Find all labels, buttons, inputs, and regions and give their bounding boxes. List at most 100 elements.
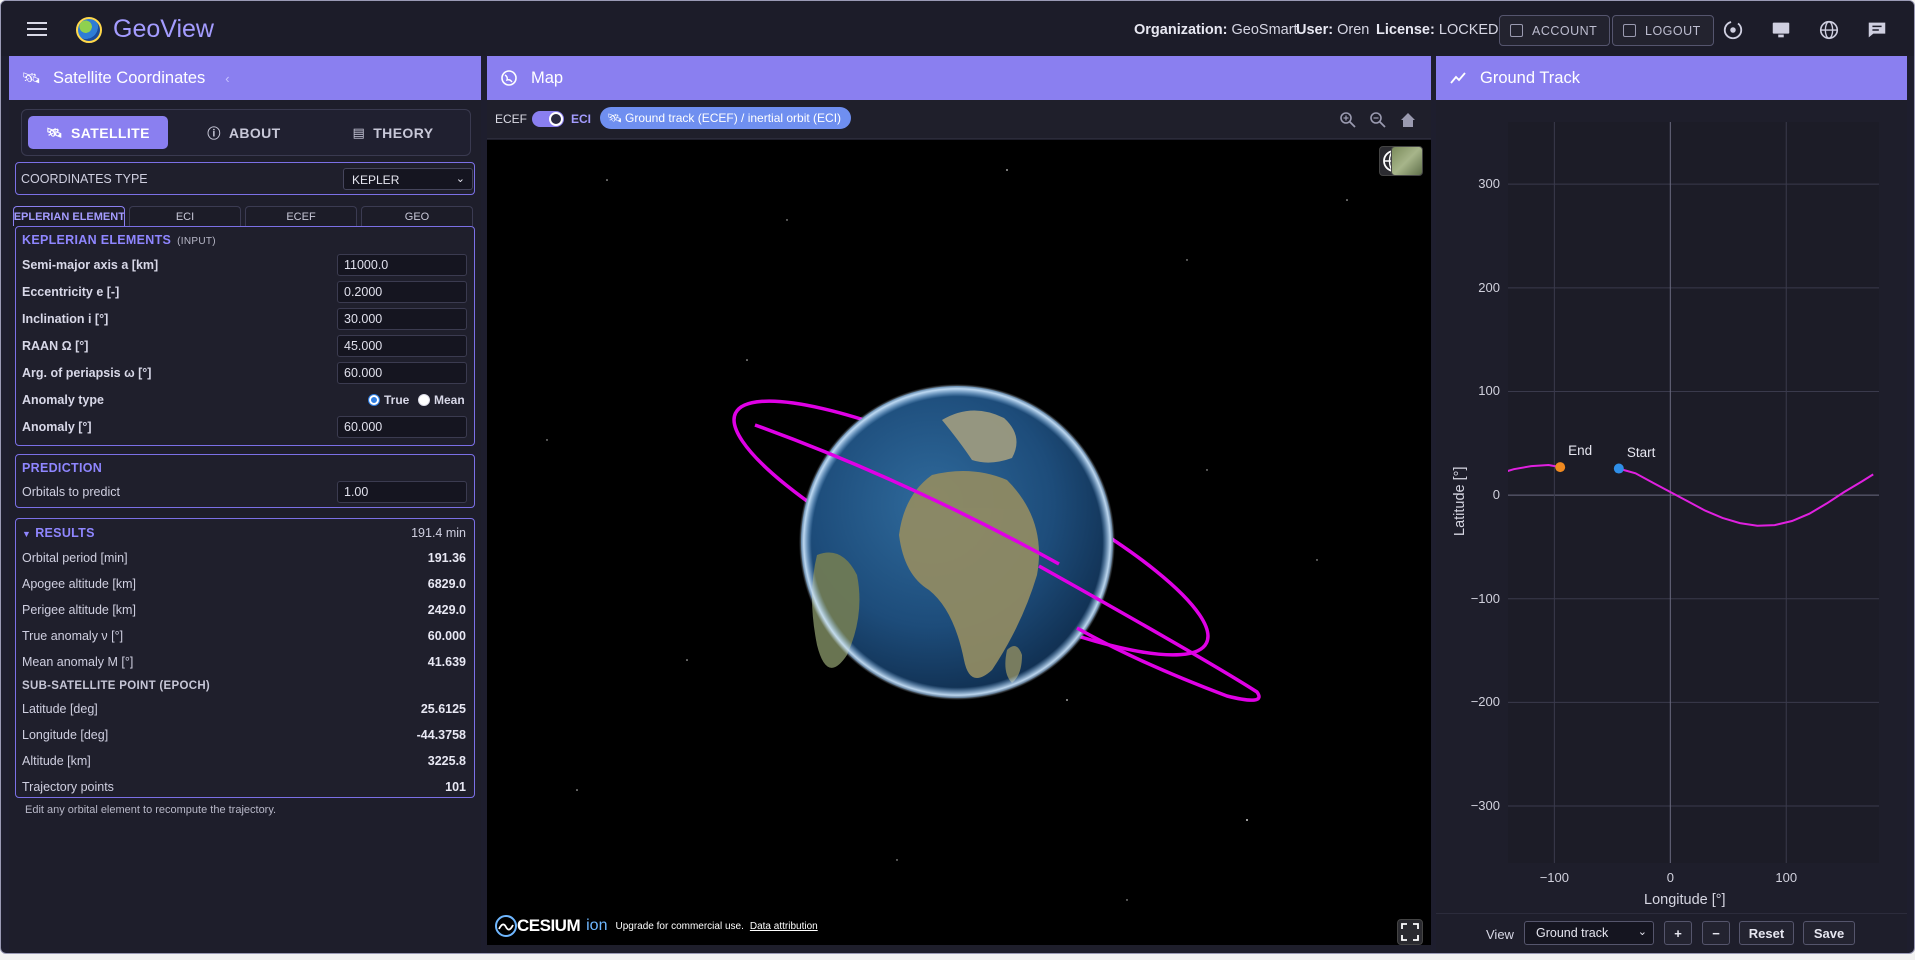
fullscreen-button[interactable] — [1397, 919, 1423, 945]
satellite-icon: 🛰 — [46, 124, 64, 140]
account-icon — [1510, 24, 1523, 37]
user-value: Oren — [1337, 22, 1370, 38]
result-label: Orbital period [min] — [22, 551, 128, 565]
y-tick-label: 300 — [1478, 176, 1500, 192]
atmosphere-glow — [799, 384, 1115, 700]
upgrade-text: Upgrade for commercial use. — [615, 920, 744, 932]
base-layer-picker-button[interactable] — [1391, 146, 1423, 176]
ssp-latitude-value: 25.6125 — [420, 702, 466, 716]
orbitals-to-predict-input[interactable]: 1.00 — [337, 481, 467, 503]
view-select[interactable]: Ground track ⌄ — [1524, 921, 1654, 945]
radio-checked-icon — [368, 394, 380, 406]
organization-label: Organization: — [1134, 22, 1228, 38]
result-value: 60.000 — [427, 629, 466, 643]
license-value: LOCKED — [1438, 22, 1499, 38]
ecef-label: ECEF — [495, 112, 528, 126]
refresh-globe-icon[interactable] — [1721, 19, 1745, 41]
coordinate-subtabs: KEPLERIAN ELEMENTS ECI ECEF GEO — [13, 206, 477, 226]
collapse-chevron-icon[interactable]: ‹ — [225, 71, 229, 86]
top-bar: GeoView Organization: GeoSmart User: Ore… — [1, 1, 1914, 56]
markers — [1555, 462, 1624, 474]
monitor-icon[interactable] — [1769, 19, 1793, 41]
arg-periapsis-input[interactable]: 60.000 — [337, 362, 467, 384]
tab-satellite[interactable]: 🛰 SATELLITE — [28, 116, 168, 149]
globe-logo-icon — [76, 17, 102, 43]
eccentricity-input[interactable]: 0.2000 — [337, 281, 467, 303]
menu-icon[interactable] — [27, 22, 47, 36]
zoom-out-button[interactable]: − — [1702, 921, 1730, 945]
organization-value: GeoSmart — [1231, 22, 1298, 38]
anomaly-label: Anomaly [°] — [22, 420, 92, 434]
caret-down-icon: ▼ — [22, 529, 32, 539]
zoom-in-button[interactable]: + — [1664, 921, 1692, 945]
results-box: ▼ RESULTS 191.4 min Orbital period [min] … — [15, 518, 475, 798]
chevron-down-icon: ⌄ — [1637, 926, 1647, 938]
chat-icon[interactable] — [1865, 19, 1889, 41]
arg-periapsis-label: Arg. of periapsis ω [°] — [22, 366, 152, 380]
eccentricity-label: Eccentricity e [-] — [22, 285, 120, 299]
ssp-longitude-label: Longitude [deg] — [22, 728, 109, 742]
data-attribution-link[interactable]: Data attribution — [750, 921, 818, 932]
coordinates-type-select[interactable]: KEPLER ⌄ — [343, 168, 473, 190]
cesium-globe-viewer[interactable]: CESIUM ion Upgrade for commercial use. D… — [487, 140, 1431, 945]
semi-major-axis-input[interactable]: 11000.0 — [337, 254, 467, 276]
account-button[interactable]: ACCOUNT — [1499, 15, 1611, 46]
language-globe-icon[interactable] — [1817, 19, 1841, 41]
zoom-out-icon[interactable] — [1369, 111, 1387, 129]
anomaly-input[interactable]: 60.000 — [337, 416, 467, 438]
panel-title: Map — [531, 68, 564, 87]
map-toolbar: ECEF ECI 🛰 Ground track (ECEF) / inertia… — [487, 100, 1431, 139]
cesium-credits: CESIUM ion Upgrade for commercial use. D… — [495, 915, 818, 937]
chart-toolbar: View Ground track ⌄ + − Reset Save — [1436, 913, 1907, 953]
tab-theory[interactable]: ▤ THEORY — [320, 116, 466, 149]
logout-icon — [1623, 24, 1636, 37]
anomaly-type-label: Anomaly type — [22, 393, 104, 407]
ssp-longitude-value: -44.3758 — [416, 728, 466, 742]
license-info: License: LOCKED — [1376, 22, 1499, 38]
tab-about[interactable]: ⓘ ABOUT — [174, 116, 314, 149]
inclination-input[interactable]: 30.000 — [337, 308, 467, 330]
x-tick-label: −100 — [1539, 870, 1570, 885]
view-value: Ground track — [1536, 926, 1609, 940]
x-tick-label: 0 — [1666, 870, 1674, 885]
grid-lines — [1508, 122, 1879, 863]
result-value: 6829.0 — [427, 577, 466, 591]
book-icon: ▤ — [352, 124, 366, 140]
start-marker-label: Start — [1626, 444, 1656, 460]
subtab-keplerian[interactable]: KEPLERIAN ELEMENTS — [13, 206, 125, 226]
result-label: Mean anomaly M [°] — [22, 655, 134, 669]
ground-track-line — [1618, 467, 1874, 527]
results-toggle[interactable]: ▼ RESULTS — [22, 526, 95, 540]
reset-button[interactable]: Reset — [1739, 921, 1794, 945]
view-label: View — [1486, 927, 1514, 942]
chip-label: Ground track (ECEF) / inertial orbit (EC… — [625, 111, 842, 125]
subtab-eci[interactable]: ECI — [129, 206, 241, 226]
coordinates-type-value: KEPLER — [352, 173, 400, 187]
panel-title: Satellite Coordinates — [53, 68, 206, 87]
ground-track-chart — [1508, 122, 1879, 863]
coordinates-type-label: COORDINATES TYPE — [21, 172, 148, 186]
anomaly-true-radio[interactable]: True — [368, 393, 409, 407]
save-button[interactable]: Save — [1803, 921, 1855, 945]
y-tick-label: −100 — [1470, 590, 1500, 606]
x-axis-title: Longitude [°] — [1644, 892, 1726, 908]
raan-input[interactable]: 45.000 — [337, 335, 467, 357]
ssp-latitude-label: Latitude [deg] — [22, 702, 98, 716]
panel-header: Map — [487, 56, 1431, 100]
prediction-box: PREDICTION Orbitals to predict 1.00 — [15, 454, 475, 508]
y-axis-title: Latitude [°] — [1452, 466, 1468, 536]
home-icon[interactable] — [1399, 111, 1417, 129]
frame-toggle[interactable] — [532, 111, 564, 127]
zoom-in-icon[interactable] — [1339, 111, 1357, 129]
cesium-logo-text: CESIUM — [517, 916, 581, 935]
radio-unchecked-icon — [418, 394, 430, 406]
result-label: Perigee altitude [km] — [22, 603, 136, 617]
logout-button[interactable]: LOGOUT — [1612, 15, 1714, 46]
subtab-geo[interactable]: GEO — [361, 206, 473, 226]
y-tick-label: 100 — [1478, 383, 1500, 399]
tab-label: SATELLITE — [71, 124, 150, 141]
anomaly-mean-radio[interactable]: Mean — [418, 393, 465, 407]
ssp-altitude-value: 3225.8 — [427, 754, 466, 768]
subtab-ecef[interactable]: ECEF — [245, 206, 357, 226]
coordinates-type-box: COORDINATES TYPE KEPLER ⌄ — [15, 162, 475, 195]
